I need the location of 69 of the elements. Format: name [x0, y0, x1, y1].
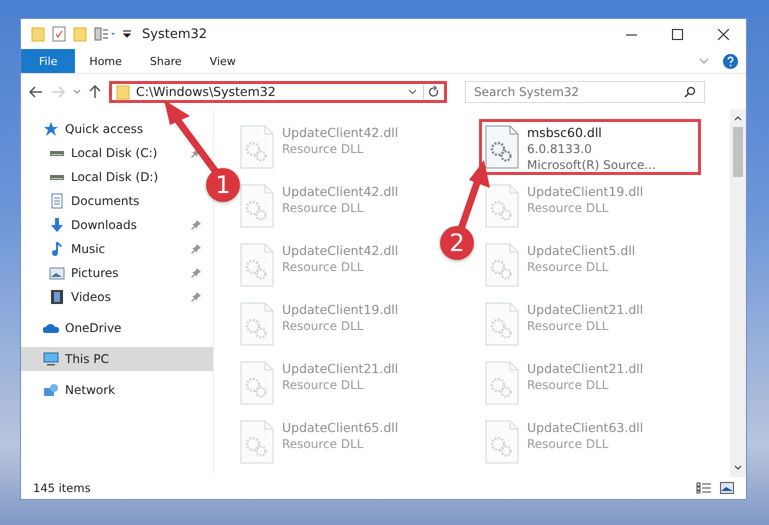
gear-file-icon: [485, 361, 519, 405]
pin-icon[interactable]: [191, 220, 201, 230]
network-icon: [43, 382, 59, 398]
file-item[interactable]: msbsc60.dll 6.0.8133.0 Microsoft(R) Source...: [479, 119, 701, 175]
drive-icon: [49, 174, 65, 180]
picture-icon: [49, 265, 65, 281]
pin-icon[interactable]: [191, 292, 201, 302]
gear-file-icon: [240, 420, 274, 464]
document-icon: [49, 193, 65, 209]
scroll-down-icon[interactable]: [734, 465, 742, 471]
folder-icon: [116, 84, 130, 100]
gear-file-icon: [240, 184, 274, 228]
back-arrow-icon[interactable]: [29, 86, 43, 98]
nav-item[interactable]: Documents: [21, 189, 148, 213]
ribbon-tab[interactable]: Share: [136, 49, 196, 73]
nav-item[interactable]: Videos: [21, 285, 213, 309]
gear-file-icon: [485, 184, 519, 228]
nav-item[interactable]: Quick access: [21, 117, 152, 141]
pin-icon[interactable]: [191, 244, 201, 254]
scrollbar-thumb[interactable]: [733, 127, 743, 177]
star-icon: [43, 121, 59, 137]
scroll-up-icon[interactable]: [734, 115, 742, 121]
gear-file-icon: [240, 125, 274, 169]
details-view-icon[interactable]: [696, 482, 712, 494]
dropdown-icon[interactable]: [123, 29, 131, 39]
gear-file-icon: [240, 361, 274, 405]
pin-icon[interactable]: [191, 148, 201, 158]
gear-file-icon: [240, 302, 274, 346]
ribbon-tab[interactable]: File: [21, 49, 76, 73]
search-field[interactable]: Search System32: [465, 80, 705, 102]
drive-icon: [49, 150, 65, 156]
window-title: System32: [142, 26, 208, 42]
expand-ribbon-icon[interactable]: [699, 57, 709, 65]
film-icon: [49, 289, 65, 305]
gear-file-icon: [485, 243, 519, 287]
refresh-icon[interactable]: [423, 84, 440, 98]
gear-file-icon: [240, 243, 274, 287]
view-icon[interactable]: [94, 27, 116, 41]
gear-file-icon: [485, 302, 519, 346]
large-icons-view-icon[interactable]: [720, 482, 734, 494]
music-note-icon: [49, 241, 65, 257]
folder-icon: [31, 26, 45, 42]
ribbon-tab[interactable]: Home: [75, 49, 136, 73]
nav-item[interactable]: Downloads: [21, 213, 213, 237]
properties-icon[interactable]: [52, 26, 66, 42]
pin-icon[interactable]: [191, 268, 201, 278]
help-icon[interactable]: [723, 54, 738, 68]
gear-file-icon: [485, 125, 519, 169]
recent-dropdown-icon[interactable]: [73, 88, 81, 94]
scrollbar[interactable]: [730, 109, 746, 477]
nav-item[interactable]: Music: [21, 237, 213, 261]
down-arrow-icon: [49, 217, 65, 233]
gear-file-icon: [485, 420, 519, 464]
monitor-icon: [43, 351, 59, 367]
ribbon-tab[interactable]: View: [196, 49, 250, 73]
folder-icon: [73, 26, 87, 42]
nav-item[interactable]: Local Disk (D:): [21, 165, 166, 189]
nav-item[interactable]: Network: [21, 378, 124, 402]
maximize-icon[interactable]: [672, 28, 682, 40]
address-field[interactable]: C:\Windows\System32: [109, 80, 447, 102]
nav-item[interactable]: Local Disk (C:): [21, 141, 213, 165]
nav-item[interactable]: OneDrive: [21, 316, 130, 340]
up-arrow-icon[interactable]: [89, 84, 101, 98]
close-icon[interactable]: [718, 28, 728, 40]
nav-item[interactable]: Pictures: [21, 261, 213, 285]
chevron-down-icon[interactable]: [408, 88, 417, 94]
item-count: 145 items: [33, 481, 91, 495]
nav-item[interactable]: This PC: [21, 347, 213, 371]
search-icon[interactable]: [684, 86, 696, 98]
